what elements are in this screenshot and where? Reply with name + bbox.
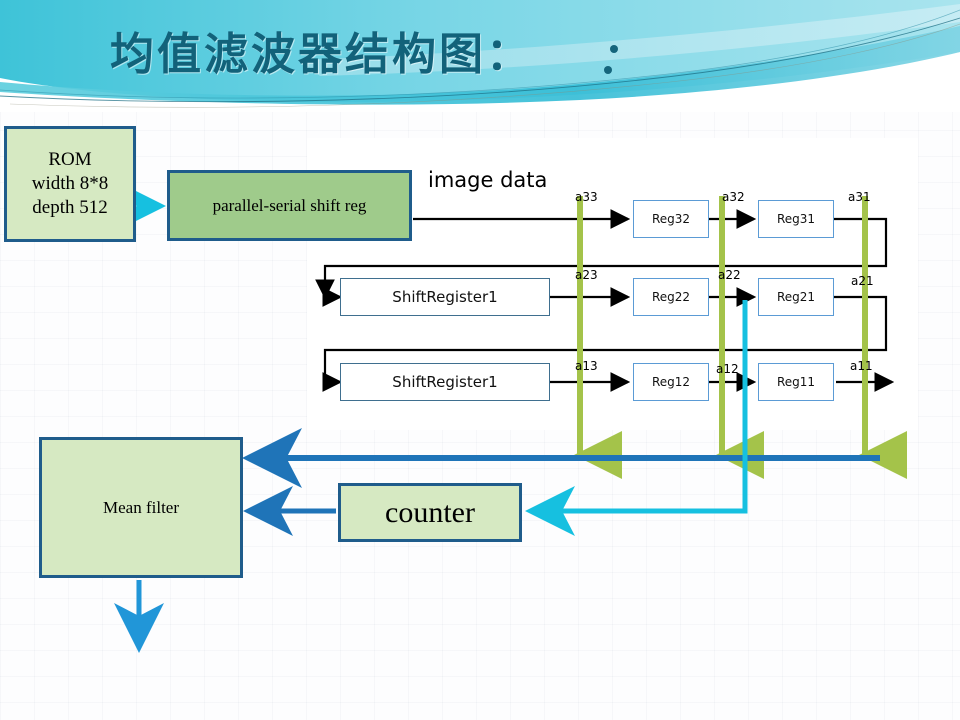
counter-label: counter: [385, 495, 475, 529]
counter-block[interactable]: counter: [338, 483, 522, 542]
tap-label-a21: a21: [851, 274, 874, 288]
clock-line-to-counter: [525, 300, 748, 536]
rom-block[interactable]: ROM width 8*8 depth 512: [4, 126, 136, 242]
register-label: Reg32: [651, 212, 691, 226]
tap-label-a31: a31: [848, 190, 871, 204]
shift-register-row3[interactable]: ShiftRegister1: [340, 363, 550, 401]
register-reg11[interactable]: Reg11: [758, 363, 834, 401]
register-label: Reg11: [776, 375, 816, 389]
parallel-serial-shift-reg-block[interactable]: parallel-serial shift reg: [167, 170, 412, 241]
shift-register-row2[interactable]: ShiftRegister1: [340, 278, 550, 316]
parallel-serial-shift-reg-label: parallel-serial shift reg: [212, 195, 367, 215]
register-label: Reg21: [776, 290, 816, 304]
register-label: Reg22: [651, 290, 691, 304]
tap-label-a33: a33: [575, 190, 598, 204]
register-reg21[interactable]: Reg21: [758, 278, 834, 316]
register-reg32[interactable]: Reg32: [633, 200, 709, 238]
tap-label-a22: a22: [718, 268, 741, 282]
rom-line-3: depth 512: [32, 197, 108, 219]
register-reg22[interactable]: Reg22: [633, 278, 709, 316]
mean-filter-label: Mean filter: [103, 497, 179, 517]
tap-label-a23: a23: [575, 268, 598, 282]
register-reg31[interactable]: Reg31: [758, 200, 834, 238]
register-label: Reg31: [776, 212, 816, 226]
shift-register-label: ShiftRegister1: [392, 373, 498, 391]
tap-label-a11: a11: [850, 359, 873, 373]
image-data-label: image data: [428, 168, 548, 192]
tap-label-a12: a12: [716, 362, 739, 376]
register-label: Reg12: [651, 375, 691, 389]
rom-line-2: width 8*8: [31, 172, 109, 194]
page-title: 均值滤波器结构图：: [110, 29, 533, 80]
register-reg12[interactable]: Reg12: [633, 363, 709, 401]
mean-filter-block[interactable]: Mean filter: [39, 437, 243, 578]
shift-register-label: ShiftRegister1: [392, 288, 498, 306]
tap-label-a13: a13: [575, 359, 598, 373]
tap-label-a32: a32: [722, 190, 745, 204]
rom-line-1: ROM: [48, 148, 92, 170]
connector-layer: [114, 186, 907, 653]
